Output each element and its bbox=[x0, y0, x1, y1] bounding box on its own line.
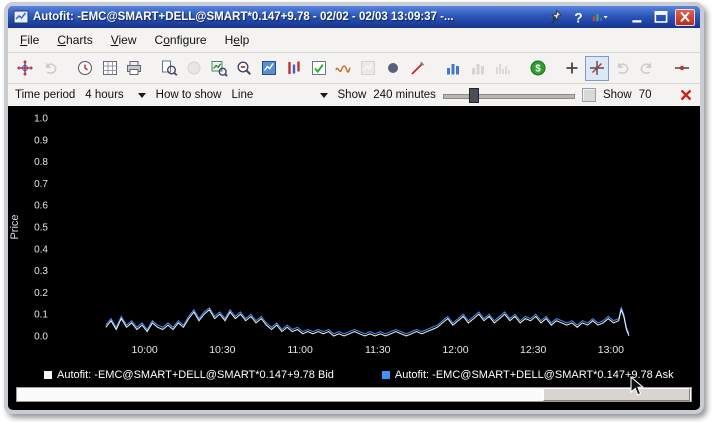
chart-zoom-icon[interactable] bbox=[207, 56, 231, 81]
close-button[interactable] bbox=[675, 9, 695, 26]
svg-text:1.0: 1.0 bbox=[34, 114, 48, 125]
time-period-label: Time period bbox=[15, 89, 75, 101]
svg-text:10:00: 10:00 bbox=[132, 344, 158, 356]
titlebar[interactable]: Autofit: -EMC@SMART+DELL@SMART*0.147+9.7… bbox=[8, 6, 700, 28]
dropdown-arrow-icon bbox=[320, 93, 328, 102]
svg-text:0.4: 0.4 bbox=[34, 244, 48, 255]
undo-icon[interactable] bbox=[610, 56, 634, 81]
svg-text:0.3: 0.3 bbox=[34, 266, 48, 277]
bar-chart-gray-icon[interactable] bbox=[466, 56, 490, 81]
draw-line-icon[interactable] bbox=[406, 56, 430, 81]
show-checkbox[interactable] bbox=[582, 88, 596, 102]
legend-marker-ask bbox=[382, 371, 390, 379]
legend-item-ask: Autofit: -EMC@SMART+DELL@SMART*0.147+9.7… bbox=[382, 369, 674, 381]
secondary-show-value: 70 bbox=[639, 89, 652, 101]
svg-text:0.6: 0.6 bbox=[34, 201, 48, 212]
legend-item-bid: Autofit: -EMC@SMART+DELL@SMART*0.147+9.7… bbox=[44, 369, 334, 381]
svg-text:0.9: 0.9 bbox=[34, 135, 48, 146]
bar-chart-icon[interactable] bbox=[441, 56, 465, 81]
svg-text:$: $ bbox=[535, 64, 541, 75]
how-to-show-value: Line bbox=[232, 89, 254, 101]
print-icon[interactable] bbox=[123, 56, 147, 81]
svg-text:0.7: 0.7 bbox=[34, 179, 48, 190]
volume-bars-icon[interactable] bbox=[282, 56, 306, 81]
horizontal-line-icon[interactable] bbox=[670, 56, 694, 81]
inactive-circle-icon[interactable] bbox=[182, 56, 206, 81]
svg-text:11:00: 11:00 bbox=[287, 344, 313, 356]
how-to-show-dropdown[interactable]: Line bbox=[229, 88, 331, 103]
menu-item-file[interactable]: File bbox=[12, 30, 47, 50]
svg-text:?: ? bbox=[574, 9, 582, 25]
price-chart[interactable]: 1.0 0.9 0.8 0.7 0.6 0.5 0.4 0.3 0.2 0.1 0.0 10:00 10… bbox=[8, 106, 697, 366]
svg-text:Price: Price bbox=[9, 214, 21, 239]
zoom-out-icon[interactable] bbox=[232, 56, 256, 81]
dropdown-arrow-icon bbox=[138, 93, 146, 102]
minutes-slider[interactable] bbox=[443, 88, 575, 102]
toolbar: $ bbox=[8, 53, 700, 84]
chart-region: 1.0 0.9 0.8 0.7 0.6 0.5 0.4 0.3 0.2 0.1 0.0 10:00 10… bbox=[8, 106, 700, 409]
svg-text:0.5: 0.5 bbox=[34, 223, 48, 234]
window-chart-icon bbox=[13, 9, 29, 25]
menu-item-view[interactable]: View bbox=[103, 30, 145, 50]
undo-arrow-icon[interactable] bbox=[38, 56, 62, 81]
controlbar: Time period 4 hours How to show Line Sho… bbox=[8, 84, 700, 106]
dollar-icon[interactable]: $ bbox=[526, 56, 550, 81]
svg-text:12:00: 12:00 bbox=[442, 344, 468, 356]
crosshair-tool-icon[interactable] bbox=[585, 56, 609, 81]
chart-check-icon[interactable] bbox=[307, 56, 331, 81]
wave-study-icon[interactable] bbox=[332, 56, 356, 81]
window-title: Autofit: -EMC@SMART+DELL@SMART*0.147+9.7… bbox=[33, 11, 544, 23]
slider-handle[interactable] bbox=[469, 88, 479, 103]
svg-text:12:30: 12:30 bbox=[520, 344, 546, 356]
histogram-icon[interactable] bbox=[491, 56, 515, 81]
menu-item-configure[interactable]: Configure bbox=[147, 30, 215, 50]
pan-tool-icon[interactable] bbox=[13, 56, 37, 81]
svg-text:0.0: 0.0 bbox=[34, 332, 48, 343]
svg-text:0.2: 0.2 bbox=[34, 288, 48, 299]
show-label: Show bbox=[338, 89, 367, 101]
minimize-button[interactable] bbox=[629, 10, 647, 25]
chart-legend: Autofit: -EMC@SMART+DELL@SMART*0.147+9.7… bbox=[44, 366, 700, 384]
how-to-show-label: How to show bbox=[156, 89, 222, 101]
maximize-button[interactable] bbox=[652, 10, 670, 25]
slider-track[interactable] bbox=[443, 94, 575, 99]
chart-window: Autofit: -EMC@SMART+DELL@SMART*0.147+9.7… bbox=[4, 2, 704, 414]
menubar: FileChartsViewConfigureHelp bbox=[8, 28, 700, 53]
svg-text:0.8: 0.8 bbox=[34, 157, 48, 168]
legend-marker-bid bbox=[44, 371, 52, 379]
legend-label-ask: Autofit: -EMC@SMART+DELL@SMART*0.147+9.7… bbox=[395, 369, 674, 381]
panel-close-button[interactable] bbox=[679, 88, 693, 102]
menu-item-charts[interactable]: Charts bbox=[49, 30, 100, 50]
pin-icon[interactable] bbox=[548, 9, 565, 25]
time-period-dropdown[interactable]: 4 hours bbox=[82, 88, 148, 103]
minutes-value: 240 minutes bbox=[373, 89, 436, 101]
zoom-page-icon[interactable] bbox=[157, 56, 181, 81]
time-period-value: 4 hours bbox=[85, 89, 123, 101]
chart-options-dropdown-icon[interactable] bbox=[592, 9, 609, 25]
inactive-chart-icon[interactable] bbox=[356, 56, 380, 81]
blue-chart-icon[interactable] bbox=[257, 56, 281, 81]
menu-item-help[interactable]: Help bbox=[217, 30, 258, 50]
scrollbar-thumb[interactable] bbox=[543, 388, 690, 401]
secondary-show-label: Show bbox=[603, 89, 632, 101]
svg-text:0.1: 0.1 bbox=[34, 310, 48, 321]
legend-label-bid: Autofit: -EMC@SMART+DELL@SMART*0.147+9.7… bbox=[57, 369, 334, 381]
add-plus-icon[interactable] bbox=[561, 56, 585, 81]
help-icon[interactable]: ? bbox=[570, 9, 587, 25]
svg-text:10:30: 10:30 bbox=[209, 344, 235, 356]
record-icon[interactable] bbox=[381, 56, 405, 81]
time-period-icon[interactable] bbox=[73, 56, 97, 81]
svg-text:11:30: 11:30 bbox=[365, 344, 391, 356]
grid-icon[interactable] bbox=[98, 56, 122, 81]
svg-text:13:00: 13:00 bbox=[598, 344, 624, 356]
redo-icon[interactable] bbox=[635, 56, 659, 81]
chart-scrollbar[interactable] bbox=[16, 387, 692, 402]
